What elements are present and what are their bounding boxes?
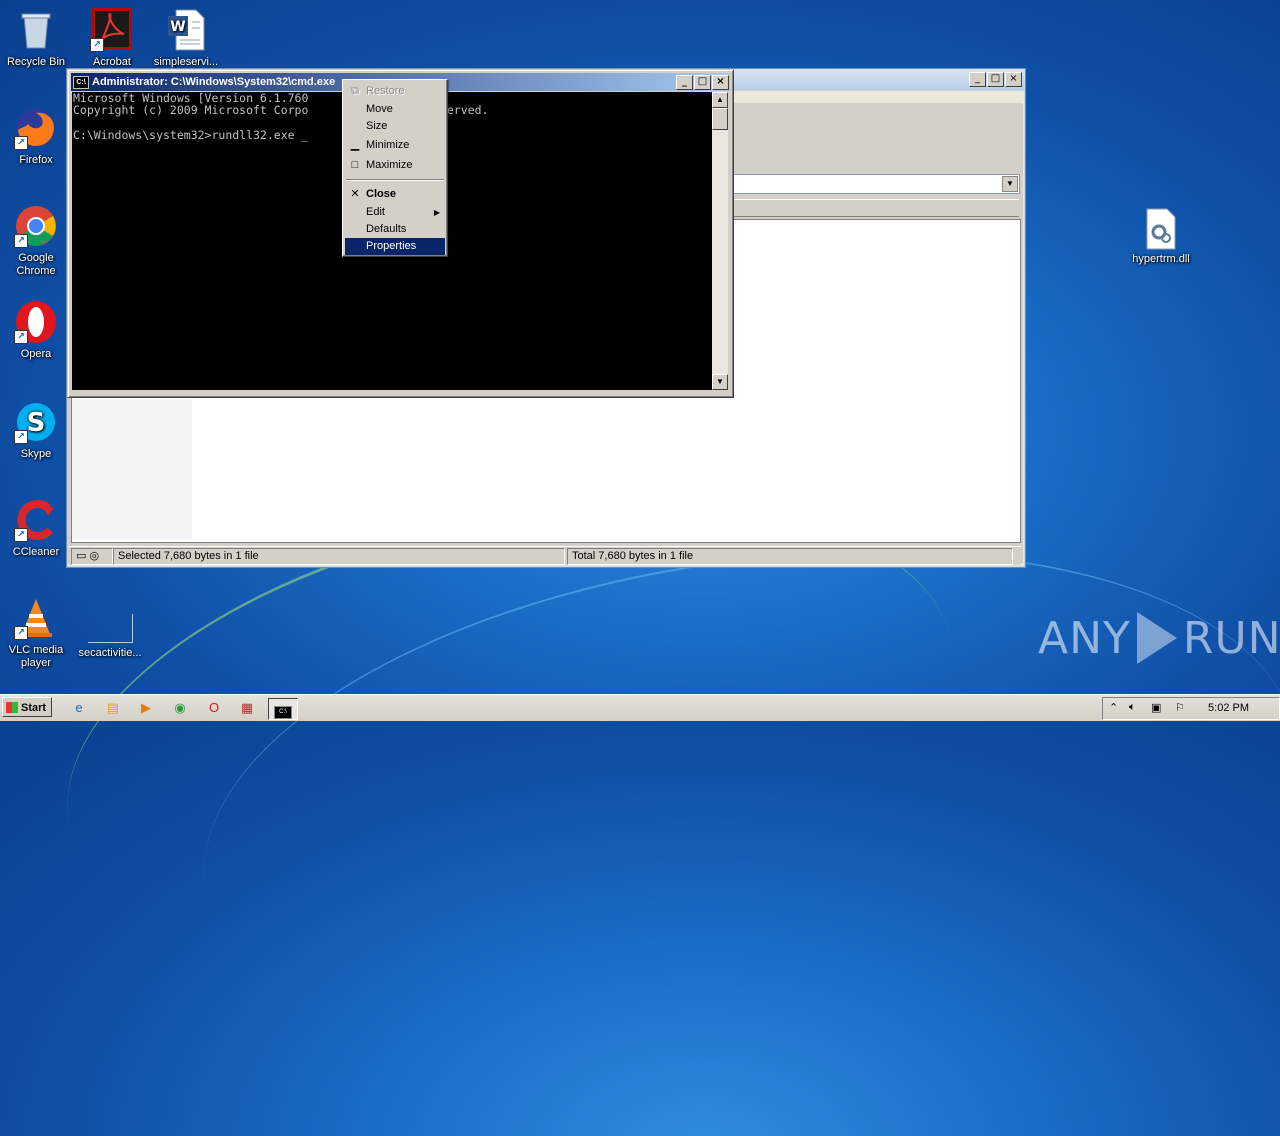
- svg-text:S: S: [27, 408, 46, 438]
- clock[interactable]: 5:02 PM: [1208, 698, 1249, 719]
- drive-icon: ▭ ◎: [71, 548, 113, 565]
- chrome-icon[interactable]: ◉: [169, 698, 191, 718]
- close-icon[interactable]: ×: [1005, 72, 1022, 87]
- restore-icon: ⧉: [351, 85, 359, 97]
- hypertrm-dll-icon[interactable]: hypertrm.dll: [1122, 208, 1200, 265]
- volume-icon[interactable]: 🔈︎: [1129, 701, 1136, 714]
- system-menu: ⧉ Restore Move Size ▁ Minimize □ Maximize ✕…: [342, 79, 448, 257]
- tray-expand-icon[interactable]: ⌃: [1109, 701, 1118, 714]
- ccleaner-icon[interactable]: ↗ CCleaner: [0, 498, 72, 559]
- google-chrome-icon[interactable]: ↗ Google Chrome: [0, 204, 72, 278]
- address-combobox[interactable]: ▼: [733, 174, 1020, 194]
- vlc-icon[interactable]: ↗ VLC media player: [0, 596, 72, 670]
- menu-item-restore[interactable]: ⧉ Restore: [345, 83, 445, 100]
- opera-icon[interactable]: O: [203, 698, 225, 718]
- windows-flag-icon: [6, 702, 18, 713]
- system-tray: ⌃ 🔈︎ ▣ ⚐ 5:02 PM: [1102, 697, 1280, 720]
- menu-item-size[interactable]: Size: [345, 118, 445, 135]
- play-icon: [1136, 612, 1177, 664]
- winrar-icon[interactable]: ▦: [236, 698, 258, 718]
- network-icon[interactable]: ▣: [1151, 701, 1161, 714]
- column-header: [733, 199, 1019, 217]
- vertical-scrollbar[interactable]: ▲ ▼: [712, 92, 728, 390]
- menu-item-move[interactable]: Move: [345, 101, 445, 118]
- taskbar: Start e ▤ ▶ ◉ O ▦ C:\ ⌃ 🔈︎ ▣ ⚐ 5:02 PM: [0, 694, 1280, 721]
- menu-separator: [346, 179, 444, 181]
- start-button[interactable]: Start: [2, 697, 52, 717]
- chevron-down-icon[interactable]: ▼: [1002, 176, 1018, 192]
- anyrun-watermark: ANY RUN: [1038, 612, 1280, 664]
- skype-icon[interactable]: S ↗ Skype: [0, 400, 72, 461]
- desktop-streak: [170, 485, 1280, 1136]
- dll-file-icon: [1146, 208, 1176, 250]
- firefox-icon[interactable]: ↗ Firefox: [0, 106, 72, 167]
- status-selected: Selected 7,680 bytes in 1 file: [113, 548, 565, 565]
- scroll-up-icon[interactable]: ▲: [712, 92, 728, 108]
- menu-item-properties[interactable]: Properties: [345, 238, 445, 255]
- maximize-icon[interactable]: □: [694, 75, 711, 90]
- window-title: Administrator: C:\Windows\System32\cmd.e…: [92, 76, 336, 88]
- menu-item-edit[interactable]: Edit ▶: [345, 204, 445, 221]
- scroll-thumb[interactable]: [712, 108, 728, 130]
- submenu-arrow-icon: ▶: [433, 208, 440, 217]
- folder-icon[interactable]: ▤: [102, 698, 124, 718]
- secactivities-file-icon[interactable]: secactivitie...: [74, 614, 146, 660]
- close-icon: ✕: [350, 188, 360, 200]
- console-icon: C:\: [274, 706, 292, 719]
- minimize-icon[interactable]: _: [969, 72, 986, 87]
- menu-item-close[interactable]: ✕ Close: [345, 186, 445, 203]
- console-icon[interactable]: C:\: [73, 75, 89, 89]
- acrobat-icon[interactable]: ↗ Acrobat: [76, 8, 148, 69]
- status-bar: ▭ ◎ Selected 7,680 bytes in 1 file Total…: [69, 546, 1021, 565]
- taskbar-cmd-button[interactable]: C:\: [268, 698, 298, 720]
- flag-icon[interactable]: ⚐: [1175, 701, 1185, 714]
- menu-item-minimize[interactable]: ▁ Minimize: [345, 137, 445, 154]
- ie-icon[interactable]: e: [68, 698, 90, 718]
- scroll-down-icon[interactable]: ▼: [712, 374, 728, 390]
- minimize-icon: ▁: [350, 139, 360, 151]
- word-document-icon[interactable]: W simpleservi...: [150, 8, 222, 69]
- close-icon[interactable]: ×: [712, 75, 729, 90]
- maximize-icon: □: [351, 159, 359, 171]
- opera-icon[interactable]: ↗ Opera: [0, 300, 72, 361]
- menu-item-defaults[interactable]: Defaults: [345, 221, 445, 238]
- minimize-icon[interactable]: _: [676, 75, 693, 90]
- svg-text:W: W: [170, 19, 185, 35]
- maximize-icon[interactable]: □: [987, 72, 1004, 87]
- menu-item-maximize[interactable]: □ Maximize: [345, 157, 445, 174]
- media-player-icon[interactable]: ▶: [135, 698, 157, 718]
- folder-tree-pane[interactable]: [72, 399, 192, 539]
- recycle-bin-icon[interactable]: Recycle Bin: [0, 8, 72, 69]
- status-total: Total 7,680 bytes in 1 file: [567, 548, 1013, 565]
